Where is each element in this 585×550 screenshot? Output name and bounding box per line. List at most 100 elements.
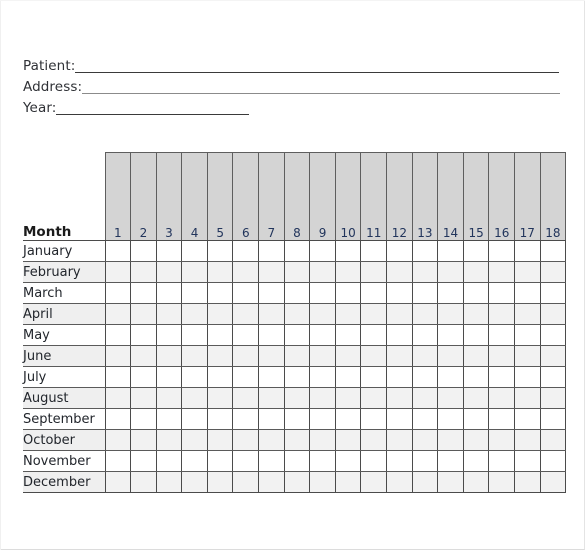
tracking-cell[interactable]	[462, 387, 489, 409]
tracking-cell[interactable]	[386, 450, 413, 472]
tracking-cell[interactable]	[232, 387, 259, 409]
tracking-cell[interactable]	[488, 408, 515, 430]
tracking-cell[interactable]	[181, 471, 208, 493]
tracking-cell[interactable]	[283, 387, 310, 409]
tracking-cell[interactable]	[104, 345, 131, 367]
tracking-cell[interactable]	[437, 366, 464, 388]
tracking-cell[interactable]	[258, 261, 285, 283]
tracking-cell[interactable]	[283, 408, 310, 430]
tracking-cell[interactable]	[514, 366, 541, 388]
tracking-cell[interactable]	[232, 261, 259, 283]
tracking-cell[interactable]	[104, 240, 131, 262]
tracking-cell[interactable]	[539, 450, 567, 472]
tracking-cell[interactable]	[437, 429, 464, 451]
tracking-cell[interactable]	[360, 324, 387, 346]
tracking-cell[interactable]	[334, 240, 361, 262]
tracking-cell[interactable]	[360, 450, 387, 472]
tracking-cell[interactable]	[539, 282, 567, 304]
tracking-cell[interactable]	[437, 240, 464, 262]
tracking-cell[interactable]	[104, 471, 131, 493]
tracking-cell[interactable]	[181, 387, 208, 409]
tracking-cell[interactable]	[514, 387, 541, 409]
tracking-cell[interactable]	[539, 345, 567, 367]
tracking-cell[interactable]	[462, 324, 489, 346]
tracking-cell[interactable]	[386, 387, 413, 409]
tracking-cell[interactable]	[539, 366, 567, 388]
tracking-cell[interactable]	[104, 387, 131, 409]
tracking-cell[interactable]	[155, 471, 182, 493]
tracking-cell[interactable]	[181, 261, 208, 283]
tracking-cell[interactable]	[104, 282, 131, 304]
tracking-cell[interactable]	[411, 261, 438, 283]
tracking-cell[interactable]	[411, 240, 438, 262]
tracking-cell[interactable]	[411, 345, 438, 367]
tracking-cell[interactable]	[181, 450, 208, 472]
tracking-cell[interactable]	[488, 240, 515, 262]
tracking-cell[interactable]	[437, 387, 464, 409]
tracking-cell[interactable]	[155, 303, 182, 325]
tracking-cell[interactable]	[437, 261, 464, 283]
tracking-cell[interactable]	[155, 240, 182, 262]
tracking-cell[interactable]	[206, 282, 233, 304]
tracking-cell[interactable]	[309, 261, 336, 283]
tracking-cell[interactable]	[258, 429, 285, 451]
tracking-cell[interactable]	[155, 261, 182, 283]
tracking-cell[interactable]	[206, 240, 233, 262]
tracking-cell[interactable]	[334, 366, 361, 388]
tracking-cell[interactable]	[539, 387, 567, 409]
tracking-cell[interactable]	[258, 303, 285, 325]
tracking-cell[interactable]	[155, 366, 182, 388]
tracking-cell[interactable]	[514, 408, 541, 430]
tracking-cell[interactable]	[514, 450, 541, 472]
tracking-cell[interactable]	[309, 387, 336, 409]
tracking-cell[interactable]	[462, 282, 489, 304]
tracking-cell[interactable]	[462, 471, 489, 493]
tracking-cell[interactable]	[130, 471, 157, 493]
tracking-cell[interactable]	[334, 387, 361, 409]
tracking-cell[interactable]	[360, 387, 387, 409]
tracking-cell[interactable]	[232, 429, 259, 451]
tracking-cell[interactable]	[258, 366, 285, 388]
tracking-cell[interactable]	[334, 429, 361, 451]
tracking-cell[interactable]	[334, 450, 361, 472]
tracking-cell[interactable]	[181, 324, 208, 346]
tracking-cell[interactable]	[488, 471, 515, 493]
tracking-cell[interactable]	[411, 387, 438, 409]
tracking-cell[interactable]	[130, 324, 157, 346]
tracking-cell[interactable]	[437, 450, 464, 472]
tracking-cell[interactable]	[360, 366, 387, 388]
tracking-cell[interactable]	[309, 324, 336, 346]
tracking-cell[interactable]	[514, 324, 541, 346]
tracking-cell[interactable]	[104, 450, 131, 472]
tracking-cell[interactable]	[514, 261, 541, 283]
tracking-cell[interactable]	[462, 366, 489, 388]
tracking-cell[interactable]	[283, 450, 310, 472]
tracking-cell[interactable]	[334, 345, 361, 367]
tracking-cell[interactable]	[539, 240, 567, 262]
tracking-cell[interactable]	[386, 366, 413, 388]
tracking-cell[interactable]	[462, 240, 489, 262]
tracking-cell[interactable]	[181, 303, 208, 325]
tracking-cell[interactable]	[283, 471, 310, 493]
tracking-cell[interactable]	[514, 345, 541, 367]
tracking-cell[interactable]	[130, 261, 157, 283]
tracking-cell[interactable]	[155, 324, 182, 346]
tracking-cell[interactable]	[181, 240, 208, 262]
tracking-cell[interactable]	[232, 366, 259, 388]
tracking-cell[interactable]	[130, 408, 157, 430]
tracking-cell[interactable]	[488, 366, 515, 388]
tracking-cell[interactable]	[206, 471, 233, 493]
tracking-cell[interactable]	[181, 366, 208, 388]
tracking-cell[interactable]	[283, 366, 310, 388]
tracking-cell[interactable]	[232, 450, 259, 472]
tracking-cell[interactable]	[539, 471, 567, 493]
tracking-cell[interactable]	[130, 345, 157, 367]
tracking-cell[interactable]	[206, 366, 233, 388]
tracking-cell[interactable]	[104, 408, 131, 430]
tracking-cell[interactable]	[130, 366, 157, 388]
tracking-cell[interactable]	[130, 450, 157, 472]
tracking-cell[interactable]	[386, 261, 413, 283]
tracking-cell[interactable]	[386, 324, 413, 346]
tracking-cell[interactable]	[232, 240, 259, 262]
tracking-cell[interactable]	[283, 282, 310, 304]
